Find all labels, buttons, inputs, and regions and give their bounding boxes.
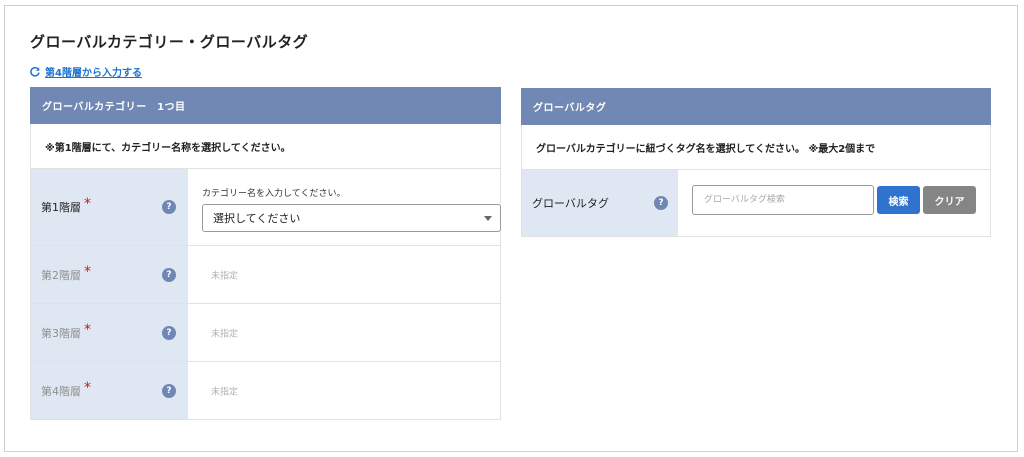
tag-label: グローバルタグ: [532, 197, 609, 210]
level1-category-select[interactable]: 選択してください: [202, 204, 501, 232]
level1-label-cell: 第1階層 * ?: [31, 169, 188, 245]
category-row-level1: 第1階層 * ? カテゴリー名を入力してください。 選択してください: [30, 169, 501, 246]
required-mark: *: [84, 263, 91, 280]
page-title: グローバルカテゴリー・グローバルタグ: [30, 33, 309, 51]
global-category-panel: グローバルカテゴリー 1つ目 ※第1階層にて、カテゴリー名称を選択してください。…: [30, 87, 501, 420]
clear-button[interactable]: クリア: [923, 186, 976, 214]
level1-value-cell: カテゴリー名を入力してください。 選択してください: [188, 169, 501, 245]
tag-panel-header: グローバルタグ: [521, 88, 991, 125]
level1-hint: カテゴリー名を入力してください。: [202, 189, 346, 199]
reset-link-label: 第4階層から入力する: [45, 68, 142, 79]
level4-label: 第4階層: [41, 384, 81, 398]
category-panel-header: グローバルカテゴリー 1つ目: [30, 87, 501, 124]
required-mark: *: [84, 379, 91, 396]
level4-value-cell: 未指定: [188, 362, 500, 419]
caret-down-icon: [484, 216, 492, 221]
level4-label-cell: 第4階層 * ?: [31, 362, 188, 419]
help-icon[interactable]: ?: [162, 383, 176, 398]
tag-row: グローバルタグ ? 検索 クリア: [521, 170, 991, 237]
refresh-icon: [30, 66, 40, 77]
level2-value: 未指定: [211, 271, 239, 281]
required-mark: *: [84, 321, 91, 338]
level3-value: 未指定: [211, 329, 239, 339]
level3-label-cell: 第3階層 * ?: [31, 304, 188, 361]
level4-value: 未指定: [211, 387, 239, 397]
tag-value-cell: 検索 クリア: [678, 170, 990, 236]
level3-value-cell: 未指定: [188, 304, 500, 361]
tag-label-cell: グローバルタグ ?: [522, 170, 678, 236]
category-panel-note: ※第1階層にて、カテゴリー名称を選択してください。: [30, 124, 501, 169]
help-icon[interactable]: ?: [162, 325, 176, 340]
tag-search-input[interactable]: [692, 185, 874, 215]
global-tag-panel: グローバルタグ グローバルカテゴリーに紐づくタグ名を選択してください。 ※最大2…: [521, 88, 991, 237]
category-row-level3: 第3階層 * ? 未指定: [30, 304, 501, 362]
tag-panel-note: グローバルカテゴリーに紐づくタグ名を選択してください。 ※最大2個まで: [521, 125, 991, 170]
required-mark: *: [84, 196, 91, 212]
select-value: 選択してください: [213, 212, 301, 225]
level2-value-cell: 未指定: [188, 246, 500, 303]
category-row-level4: 第4階層 * ? 未指定: [30, 362, 501, 420]
level3-label: 第3階層: [41, 326, 81, 340]
search-button[interactable]: 検索: [877, 186, 920, 214]
reset-from-level4-link[interactable]: 第4階層から入力する: [30, 64, 142, 79]
category-row-level2: 第2階層 * ? 未指定: [30, 246, 501, 304]
level2-label-cell: 第2階層 * ?: [31, 246, 188, 303]
help-icon[interactable]: ?: [162, 267, 176, 282]
help-icon[interactable]: ?: [162, 200, 176, 214]
level2-label: 第2階層: [41, 268, 81, 282]
help-icon[interactable]: ?: [654, 196, 668, 210]
level1-label: 第1階層: [41, 201, 81, 214]
